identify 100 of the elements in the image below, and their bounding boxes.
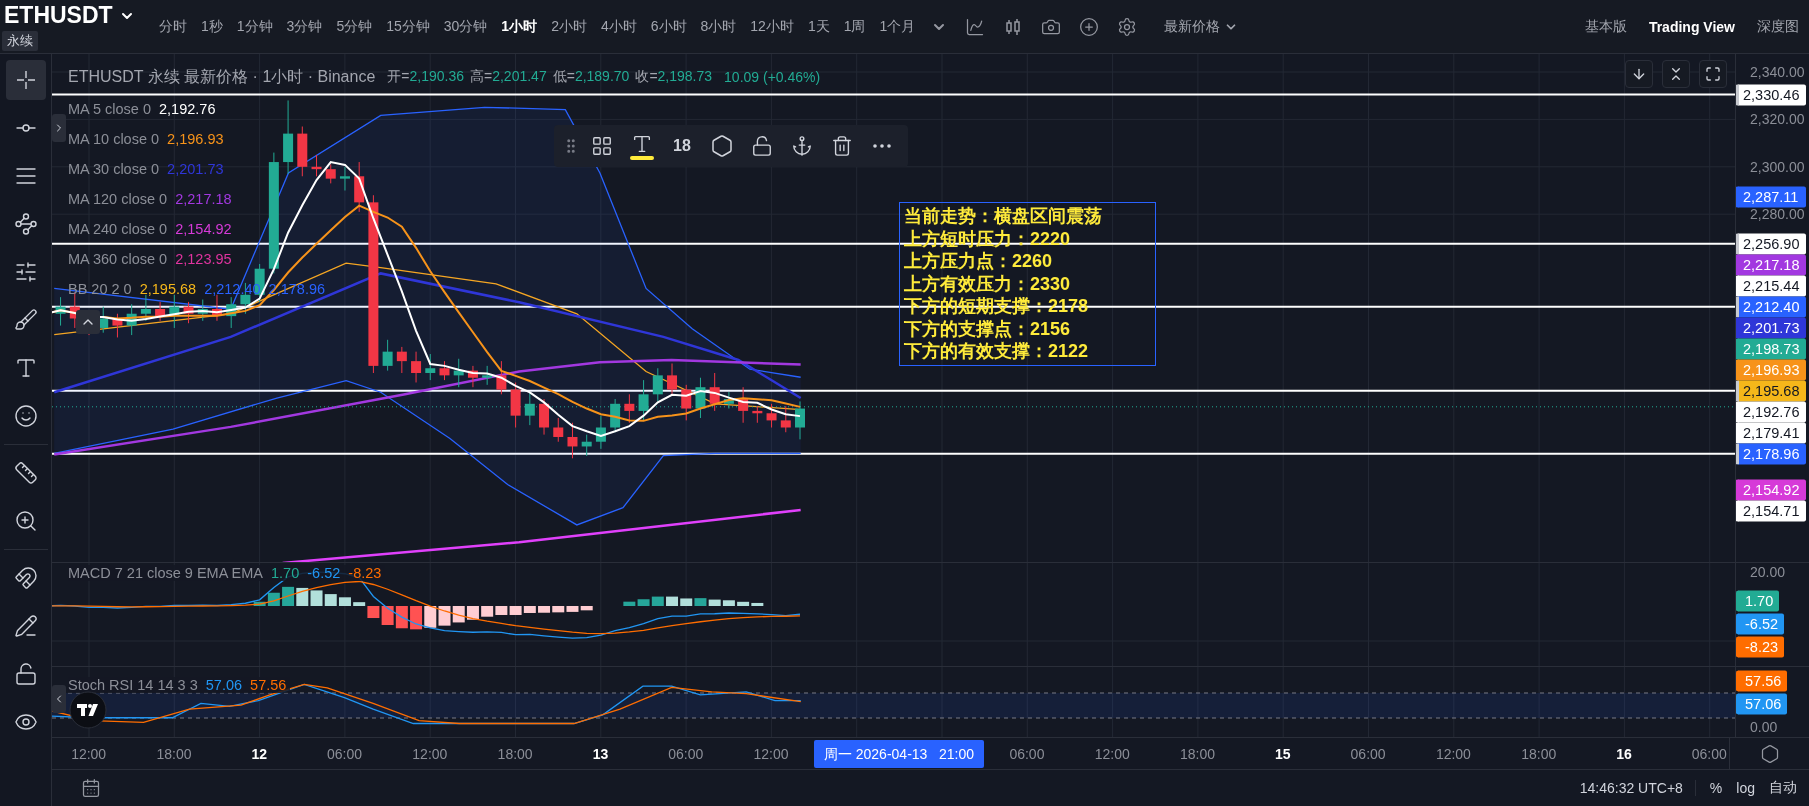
interval-tab[interactable]: 5分钟	[329, 17, 380, 36]
candle	[681, 384, 692, 421]
scale-option[interactable]: %	[1695, 780, 1723, 796]
candle	[354, 161, 365, 213]
interval-tab[interactable]: 4小时	[593, 17, 644, 36]
collapse-legend-button[interactable]	[76, 310, 100, 334]
interval-tab[interactable]: 1个月	[872, 17, 923, 36]
note-line: 下方的支撑点：2156	[904, 317, 1072, 340]
note-line: 上方压力点：2260	[904, 250, 1054, 273]
interval-tab[interactable]: 1周	[836, 17, 873, 36]
candle	[339, 166, 350, 191]
indicator-name: MA 240 close 0	[68, 221, 168, 237]
interval-tab[interactable]: 2小时	[544, 17, 594, 36]
color-swatch	[630, 155, 654, 160]
settings-icon	[1759, 743, 1780, 764]
price-tag: 2,256.90	[1736, 233, 1806, 255]
histogram-bar	[466, 606, 479, 620]
view-tab[interactable]: Trading View	[1648, 17, 1735, 36]
symbol-selector[interactable]: ETHUSDT	[2, 2, 137, 29]
candle	[226, 296, 237, 329]
value-tag: 1.70	[1736, 590, 1780, 612]
crosshair-tool[interactable]	[5, 60, 46, 100]
interval-tab[interactable]: 1天	[800, 17, 837, 36]
time-tick: 18:00	[1520, 745, 1558, 762]
interval-tab[interactable]: 1分钟	[229, 17, 280, 36]
histogram-bar	[324, 594, 337, 606]
candle	[411, 351, 422, 383]
price-tag: 2,330.46	[1736, 84, 1806, 106]
unlock-icon	[751, 135, 773, 157]
font-size-button[interactable]: 18	[664, 129, 700, 163]
candle	[297, 126, 308, 177]
axis-settings-button[interactable]	[1759, 743, 1780, 764]
time-tick: 18:00	[155, 745, 193, 762]
indicator-name: MA 10 close 0	[68, 131, 160, 147]
interval-tab[interactable]: 15分钟	[379, 17, 437, 36]
ohlc-reading: 低=2,189.70	[552, 68, 630, 86]
indicator-value: 2,192.76	[159, 101, 216, 117]
note-line: 下方的有效支撑：2122	[904, 340, 1090, 363]
indicator-value: 2,217.18	[175, 191, 232, 207]
interval-tab[interactable]: 1小时	[494, 17, 545, 36]
line-chart-icon	[965, 16, 986, 37]
time-tick: 06:00	[1349, 745, 1387, 762]
interval-tab[interactable]: 1秒	[194, 17, 230, 36]
indicator-value: 2,201.73	[167, 161, 224, 177]
view-tab[interactable]: 基本版	[1584, 17, 1627, 36]
interval-tab[interactable]: 6小时	[643, 17, 694, 36]
ellipsis-icon	[873, 144, 891, 148]
note-line: 上方有效压力：2330	[904, 272, 1072, 295]
collapse-toolbar-button[interactable]	[52, 685, 66, 713]
interval-tab[interactable]: 8小时	[693, 17, 744, 36]
time-tick: 12:00	[1093, 745, 1131, 762]
ohlc-reading: 高=2,201.47	[470, 68, 547, 86]
scale-option[interactable]: log	[1722, 780, 1755, 796]
indicator-name: MA 30 close 0	[68, 161, 160, 177]
histogram-bar	[509, 606, 522, 615]
candle	[467, 365, 478, 388]
time-tick: 18:00	[1179, 745, 1217, 762]
time-tick: 06:00	[326, 745, 364, 762]
ruler-icon	[13, 461, 38, 485]
candle	[212, 294, 222, 322]
note-line: 当前走势：横盘区间震荡	[904, 205, 1103, 228]
interval-tab[interactable]: 12小时	[743, 17, 801, 36]
expand-button[interactable]	[52, 114, 66, 142]
settings-button[interactable]	[1117, 16, 1138, 37]
time-tick: 12:00	[1434, 745, 1472, 762]
histogram-bar	[438, 606, 451, 626]
candle	[453, 358, 464, 388]
interval-tab[interactable]: 3分钟	[279, 17, 330, 36]
candle	[652, 367, 663, 402]
scroll-down-button[interactable]	[1625, 60, 1653, 88]
ohlc-reading: 开=2,190.36	[387, 68, 464, 86]
magnet-icon	[13, 566, 38, 590]
time-tick: 12:00	[70, 745, 108, 762]
candle	[581, 434, 592, 457]
candle	[496, 360, 507, 395]
interval-tab[interactable]: 分时	[152, 17, 194, 36]
collapse-button[interactable]	[1662, 60, 1690, 88]
indicator-value: 2,154.92	[175, 221, 232, 237]
histogram-bar	[481, 606, 494, 617]
time-tick: 06:00	[1008, 745, 1046, 762]
price-tag: 2,217.18	[1736, 254, 1806, 276]
indicator-value: 57.56	[250, 677, 287, 693]
sliders-icon	[13, 260, 38, 284]
candle	[396, 346, 407, 374]
indicator-value: 2,195.68	[139, 281, 197, 297]
ohlc-reading: 收=2,198.73	[635, 68, 713, 86]
view-tab[interactable]: 深度图	[1757, 17, 1799, 36]
price-tag: 2,154.71	[1736, 500, 1806, 522]
pattern-icon	[13, 212, 38, 236]
add-button[interactable]	[1079, 16, 1100, 37]
price-tick: 2,320.00	[1750, 111, 1805, 128]
indicator-button[interactable]	[965, 16, 986, 37]
scale-option[interactable]: 自动	[1755, 779, 1797, 797]
candle	[55, 296, 66, 327]
interval-tab[interactable]: 30分钟	[436, 17, 495, 36]
time-tick: 13	[591, 745, 610, 762]
indicator-name: MACD 7 21 close 9 EMA EMA	[68, 565, 263, 581]
maximize-button[interactable]	[1699, 60, 1727, 88]
price-type-dropdown[interactable]: 最新价格	[1158, 16, 1245, 37]
date-range-button[interactable]	[81, 778, 101, 798]
